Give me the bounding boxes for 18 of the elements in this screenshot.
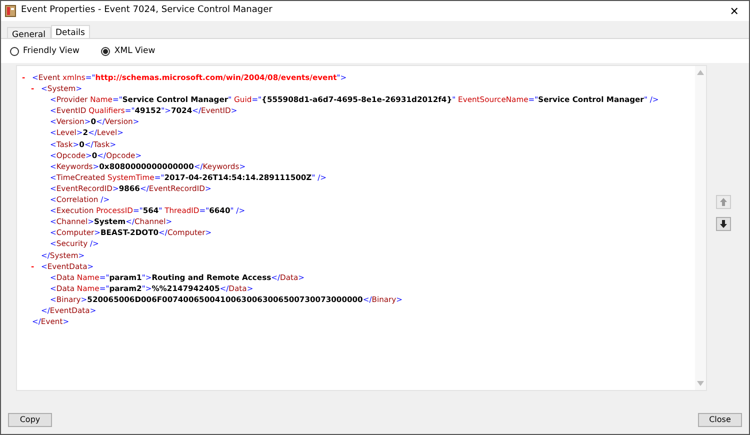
- close-button[interactable]: Close: [698, 413, 742, 427]
- up-arrow-icon: [720, 198, 727, 206]
- down-arrow-icon: [720, 220, 727, 228]
- radio-label[interactable]: XML View: [114, 44, 156, 58]
- scroll-up-icon[interactable]: [697, 70, 704, 75]
- tab[interactable]: Details: [50, 25, 90, 38]
- scroll-down-icon[interactable]: [697, 381, 704, 386]
- copy-button[interactable]: Copy: [8, 413, 52, 427]
- radio-button[interactable]: [101, 46, 110, 56]
- radio-button[interactable]: [10, 46, 19, 56]
- close-button[interactable]: ✕: [724, 6, 745, 16]
- radio-label[interactable]: Friendly View: [23, 44, 80, 58]
- previous-event-button[interactable]: [716, 195, 731, 209]
- tab[interactable]: General: [7, 27, 50, 38]
- vertical-scrollbar[interactable]: [695, 66, 706, 390]
- next-event-button[interactable]: [716, 217, 731, 231]
- app-icon: [5, 5, 16, 17]
- window-title: Event Properties - Event 7024, Service Control Manager: [21, 4, 272, 18]
